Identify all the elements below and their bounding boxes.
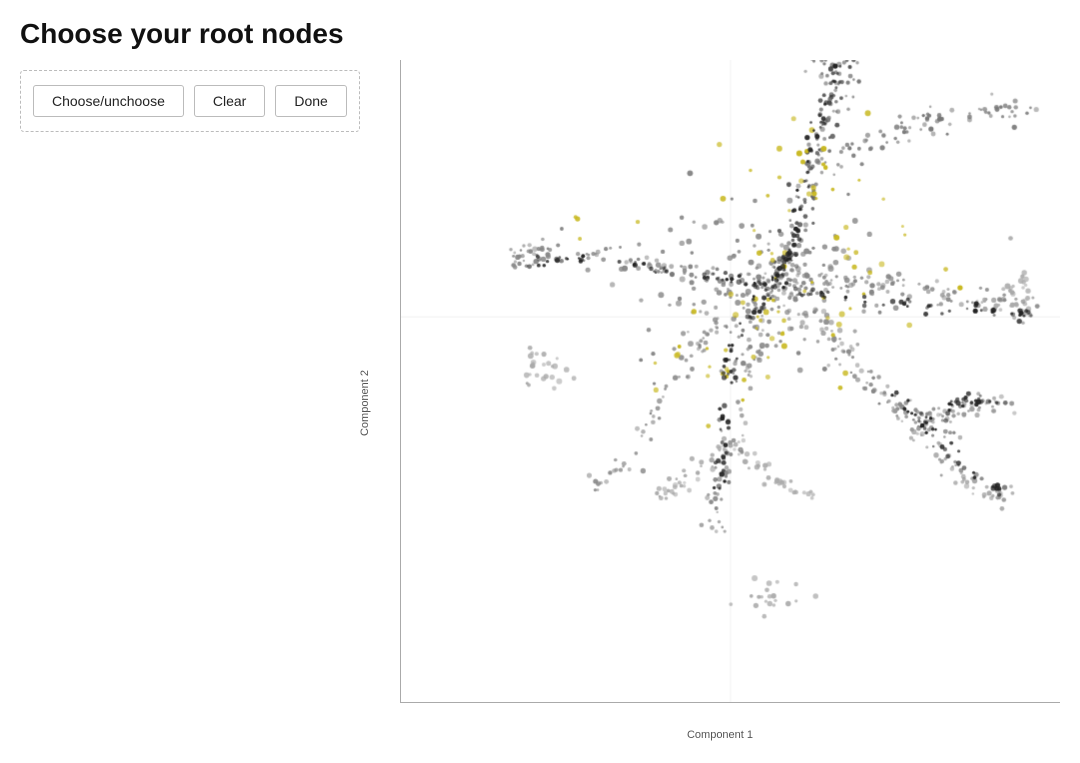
scatter-plot[interactable]	[401, 60, 1060, 702]
chart-inner[interactable]: 10 5 0 -5 -10 -10 -5 0 5 10	[400, 60, 1060, 703]
done-button[interactable]: Done	[275, 85, 346, 117]
x-axis-label: Component 1	[687, 729, 753, 741]
chart-container: Component 2 Component 1 10 5 0 -5 -10 -1…	[370, 50, 1070, 743]
y-axis-label: Component 2	[359, 369, 371, 435]
controls-box: Choose/unchoose Clear Done	[20, 70, 360, 132]
clear-button[interactable]: Clear	[194, 85, 265, 117]
chart-area: Component 2 Component 1 10 5 0 -5 -10 -1…	[370, 50, 1070, 743]
choose-unchoose-button[interactable]: Choose/unchoose	[33, 85, 184, 117]
